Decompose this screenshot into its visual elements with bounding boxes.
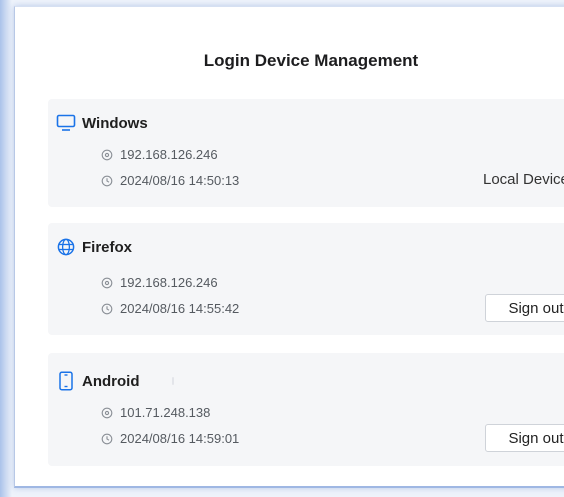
device-name: Windows [82, 114, 148, 132]
phone-icon [56, 371, 76, 391]
device-ip: 192.168.126.246 [120, 275, 218, 290]
device-card-windows: Windows 192.168.126.246 2024/08/16 14:50… [48, 99, 564, 207]
location-pin-icon [100, 406, 114, 420]
card-divider-mark [172, 377, 174, 385]
device-time-row: 2024/08/16 14:50:13 [100, 173, 239, 188]
device-ip: 192.168.126.246 [120, 147, 218, 162]
device-name: Firefox [82, 238, 133, 256]
device-header: Android [56, 371, 140, 391]
location-pin-icon [100, 148, 114, 162]
clock-icon [100, 302, 114, 316]
device-header: Windows [56, 113, 148, 133]
device-time-row: 2024/08/16 14:55:42 [100, 301, 239, 316]
globe-icon [56, 237, 76, 257]
device-name: Android [82, 372, 140, 390]
sign-out-button[interactable]: Sign out [485, 294, 564, 322]
login-device-dialog: Login Device Management Windows 192.168.… [14, 6, 564, 488]
sign-out-button[interactable]: Sign out [485, 424, 564, 452]
device-ip-row: 192.168.126.246 [100, 275, 218, 290]
clock-icon [100, 174, 114, 188]
device-ip-row: 101.71.248.138 [100, 405, 210, 420]
device-time-row: 2024/08/16 14:59:01 [100, 431, 239, 446]
device-header: Firefox [56, 237, 132, 257]
device-card-android: Android 101.71.248.138 2024/08/16 14:59:… [48, 353, 564, 466]
device-ip: 101.71.248.138 [120, 405, 211, 420]
device-ip-row: 192.168.126.246 [100, 147, 218, 162]
dialog-title: Login Device Management [203, 51, 419, 70]
monitor-icon [56, 113, 76, 133]
clock-icon [100, 432, 114, 446]
device-card-firefox: Firefox 192.168.126.246 2024/08/16 14:55… [48, 223, 564, 335]
location-pin-icon [100, 276, 114, 290]
device-login-time: 2024/08/16 14:55:42 [120, 301, 240, 316]
device-login-time: 2024/08/16 14:50:13 [120, 173, 240, 188]
device-login-time: 2024/08/16 14:59:01 [120, 431, 240, 446]
local-device-label: Local Device [483, 171, 564, 188]
